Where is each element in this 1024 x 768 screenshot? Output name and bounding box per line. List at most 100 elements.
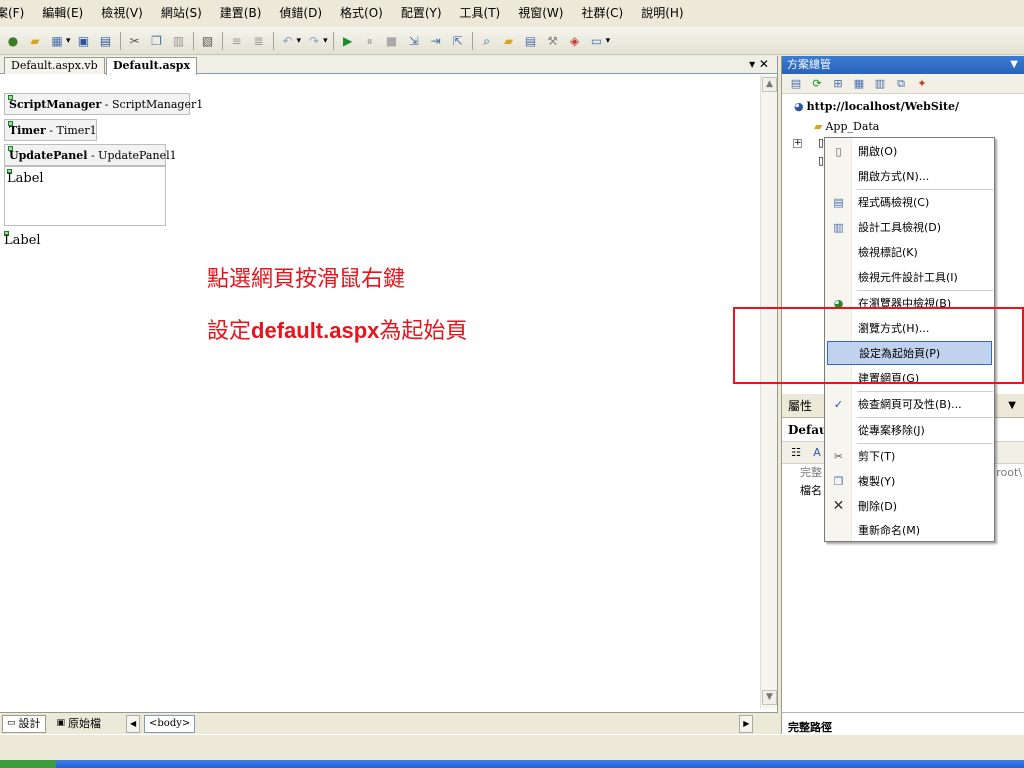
ctx-rename[interactable]: 重新命名(M) [825,518,994,542]
tag-nav-right-icon[interactable]: ▶ [739,714,754,733]
window-icon[interactable]: ▭ [588,32,606,50]
find-icon[interactable]: ▧ [199,32,217,50]
toolbox-icon[interactable]: ⚒ [544,32,562,50]
step-into-icon[interactable]: ⇲ [405,32,423,50]
cut-icon: ✂ [833,449,844,463]
timer-control[interactable]: Timer - Timer1 [4,119,97,141]
menu-tools[interactable]: 工具(T) [451,0,510,26]
categorized-icon[interactable]: ☷ [788,445,804,461]
ctx-view-component-designer[interactable]: 檢視元件設計工具(I) [825,265,994,289]
property-name: 檔名 [800,484,822,497]
nest-files-icon[interactable]: ⊞ [830,76,846,92]
scroll-up-icon[interactable]: ▲ [762,77,777,92]
ctx-exclude-from-project[interactable]: 從專案移除(J) [825,418,994,442]
menu-edit[interactable]: 編輯(E) [33,0,92,26]
menu-format[interactable]: 格式(O) [331,0,392,26]
vertical-scrollbar[interactable]: ▲ ▼ [760,75,777,709]
source-view-tab[interactable]: ▣ 原始檔 [51,714,107,733]
body-tag-button[interactable]: <body> [144,714,196,733]
tree-expand-icon[interactable]: + [793,139,802,148]
tree-root-website[interactable]: ◕ http://localhost/WebSite/ [794,100,959,113]
panel-menu-icon[interactable]: ▼ [1010,56,1018,74]
stop-icon[interactable]: ■ [383,32,401,50]
chevron-down-icon[interactable]: ▾ [606,36,611,46]
properties-icon[interactable]: ▤ [522,32,540,50]
pause-icon[interactable]: ⏸ [361,32,379,50]
update-panel-header[interactable]: UpdatePanel - UpdatePanel1 [4,144,177,166]
alphabetical-icon[interactable]: A [809,445,825,461]
ctx-label: 檢查網頁可及性(B)... [858,398,962,411]
redo-icon[interactable]: ↷ [305,32,323,50]
ctx-cut[interactable]: ✂ 剪下(T) [825,444,994,468]
control-glyph-icon [8,146,13,151]
asp-config-icon[interactable]: ✦ [914,76,930,92]
control-type-label: UpdatePanel [9,149,88,162]
instruction-text-2: 設定default.aspx為起始頁 [207,313,467,345]
ctx-view-markup[interactable]: 檢視標記(K) [825,240,994,264]
view-code-icon[interactable]: ▦ [851,76,867,92]
menu-file[interactable]: 案(F) [0,0,33,26]
menu-window[interactable]: 視窗(W) [509,0,572,26]
ctx-open-with[interactable]: 開啟方式(N)... [825,164,994,188]
menu-view[interactable]: 檢視(V) [92,0,152,26]
new-website-icon[interactable]: ● [4,32,22,50]
ctx-view-code[interactable]: ▤ 程式碼檢視(C) [825,190,994,214]
menu-debug[interactable]: 偵錯(D) [270,0,331,26]
menu-website[interactable]: 網站(S) [152,0,211,26]
ctx-copy[interactable]: ❐ 複製(Y) [825,469,994,493]
property-name: 完整 [800,466,822,479]
save-all-icon[interactable]: ▤ [97,32,115,50]
tree-node-app-data[interactable]: ▰ App_Data [814,120,879,133]
undo-icon[interactable]: ↶ [279,32,297,50]
cut-icon[interactable]: ✂ [126,32,144,50]
standard-toolbar: ● ▰ ▦ ▾ ▣ ▤ ✂ ❐ ▥ ▧ ≡ ≣ ↶ ▾ ↷ ▾ ▶ ⏸ ■ ⇲ … [0,27,1024,55]
object-browser-icon[interactable]: ◈ [566,32,584,50]
start-button[interactable] [0,760,56,768]
label-control[interactable]: Label [7,171,44,186]
toolbar-separator [119,31,121,50]
tab-close-icon[interactable]: ▾ ✕ [749,57,769,71]
tree-root-label: http://localhost/WebSite/ [806,100,960,113]
tag-nav-left-icon[interactable]: ◀ [126,714,141,733]
copy-website-icon[interactable]: ⧉ [893,76,909,92]
menu-build[interactable]: 建置(B) [211,0,271,26]
scroll-down-icon[interactable]: ▼ [762,690,777,705]
step-out-icon[interactable]: ⇱ [449,32,467,50]
design-view-tab[interactable]: ▭ 設計 [2,714,46,733]
script-manager-control[interactable]: ScriptManager - ScriptManager1 [4,93,203,115]
design-surface[interactable]: ScriptManager - ScriptManager1 Timer - T… [0,75,760,709]
toolbar-separator [192,31,194,50]
start-debug-icon[interactable]: ▶ [339,32,357,50]
menu-help[interactable]: 說明(H) [632,0,692,26]
update-panel-body[interactable]: Label [4,166,166,226]
chevron-down-icon[interactable]: ▾ [297,36,302,46]
menu-community[interactable]: 社群(C) [572,0,632,26]
folder-icon: ▰ [814,120,823,133]
open-folder-icon[interactable]: ▰ [26,32,44,50]
chevron-down-icon[interactable]: ▾ [323,36,328,46]
properties-icon[interactable]: ▤ [788,76,804,92]
refresh-icon[interactable]: ⟳ [809,76,825,92]
tab-default-aspx[interactable]: Default.aspx [106,57,198,75]
label-control[interactable]: Label [4,233,41,248]
design-view-icon: ▭ [7,718,16,728]
tab-default-aspx-vb[interactable]: Default.aspx.vb [4,57,105,74]
annotation-highlight-box [733,307,1024,384]
panel-menu-icon[interactable]: ▼ [1008,394,1016,418]
ctx-check-accessibility[interactable]: ✓ 檢查網頁可及性(B)... [825,392,994,416]
chevron-down-icon[interactable]: ▾ [66,36,71,46]
view-designer-icon[interactable]: ▥ [872,76,888,92]
find-in-files-icon[interactable]: ⌕ [478,32,496,50]
ctx-view-designer[interactable]: ▥ 設計工具檢視(D) [825,215,994,239]
menu-layout[interactable]: 配置(Y) [392,0,451,26]
paste-icon[interactable]: ▥ [170,32,188,50]
solution-explorer-icon[interactable]: ▰ [500,32,518,50]
copy-icon[interactable]: ❐ [148,32,166,50]
ctx-open[interactable]: ▯ 開啟(O) [825,139,994,163]
save-icon[interactable]: ▣ [75,32,93,50]
step-over-icon[interactable]: ⇥ [427,32,445,50]
ctx-delete[interactable]: ✕ 刪除(D) [825,494,994,518]
add-item-icon[interactable]: ▦ [48,32,66,50]
uncomment-icon[interactable]: ≣ [250,32,268,50]
comment-icon[interactable]: ≡ [228,32,246,50]
